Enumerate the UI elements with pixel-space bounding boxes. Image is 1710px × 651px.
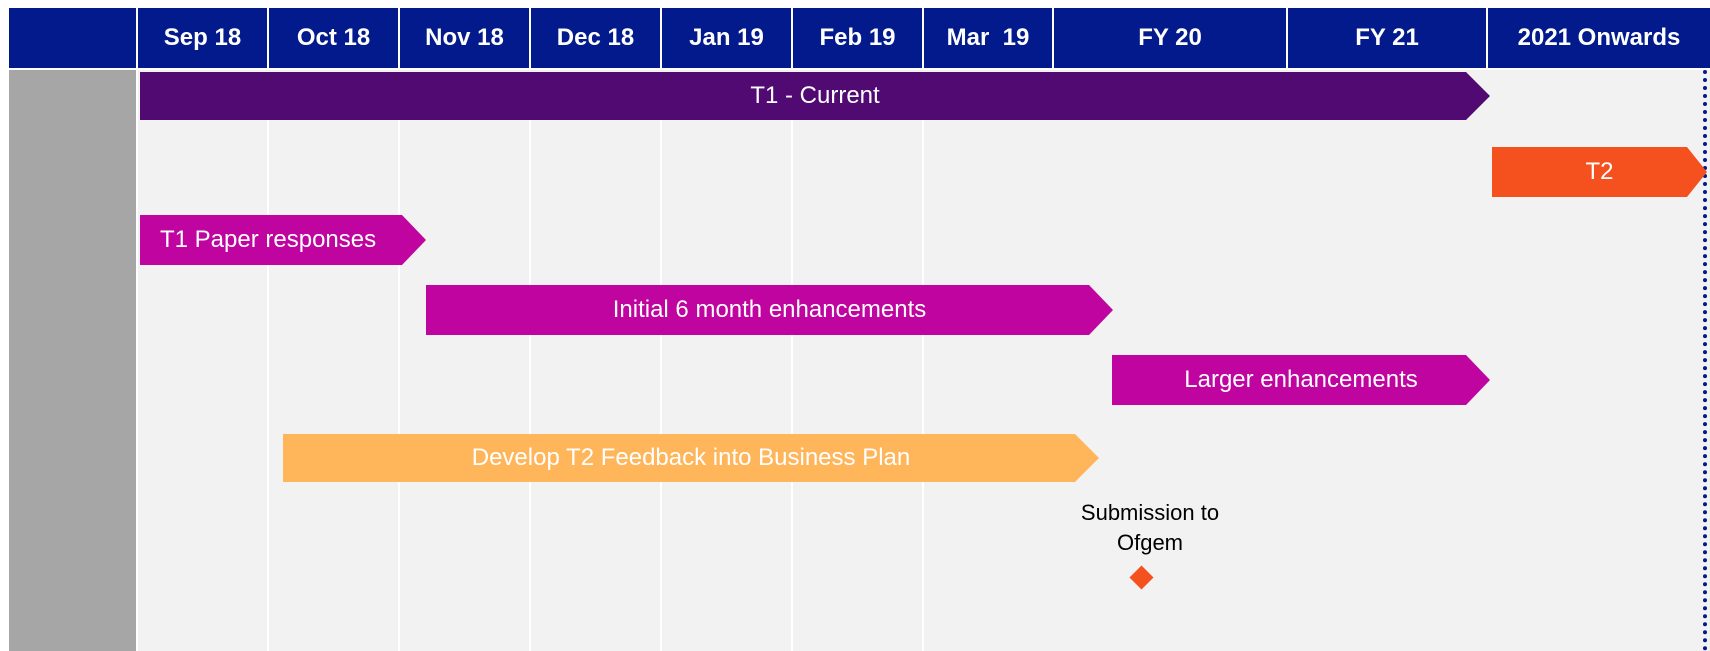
bar-t2: T2 [1492, 147, 1707, 197]
bar-t1-current: T1 - Current [140, 72, 1490, 120]
grid-line [267, 120, 269, 651]
header-column-dec-18: Dec 18 [531, 8, 660, 68]
grid-line [529, 120, 531, 651]
header-column-fy-21: FY 21 [1288, 8, 1486, 68]
header-column-jan-19: Jan 19 [662, 8, 791, 68]
bar-develop-t2-feedback: Develop T2 Feedback into Business Plan [283, 434, 1099, 482]
timeline-background [138, 70, 1710, 651]
bar-larger-enhancements: Larger enhancements [1112, 355, 1490, 405]
timeline-end-border [1703, 70, 1707, 651]
header-column-mar-19: Mar 19 [924, 8, 1052, 68]
header-column-feb-19: Feb 19 [793, 8, 922, 68]
roadmap-diagram: Sep 18 Oct 18 Nov 18 Dec 18 Jan 19 Feb 1… [0, 0, 1710, 651]
bar-t1-paper-responses: T1 Paper responses [140, 215, 426, 265]
grid-line [398, 120, 400, 651]
side-panel [9, 70, 136, 651]
milestone-label: Submission to Ofgem [1080, 500, 1220, 555]
grid-line [922, 120, 924, 651]
header-column-2021-onwards: 2021 Onwards [1488, 8, 1710, 68]
header-column-nov-18: Nov 18 [400, 8, 529, 68]
grid-line [660, 120, 662, 651]
header-column-oct-18: Oct 18 [269, 8, 398, 68]
header-column-fy-20: FY 20 [1054, 8, 1286, 68]
bar-initial-6-month-enhancements: Initial 6 month enhancements [426, 285, 1113, 335]
grid-line [791, 120, 793, 651]
header-corner-cell [9, 8, 136, 68]
header-column-sep-18: Sep 18 [138, 8, 267, 68]
